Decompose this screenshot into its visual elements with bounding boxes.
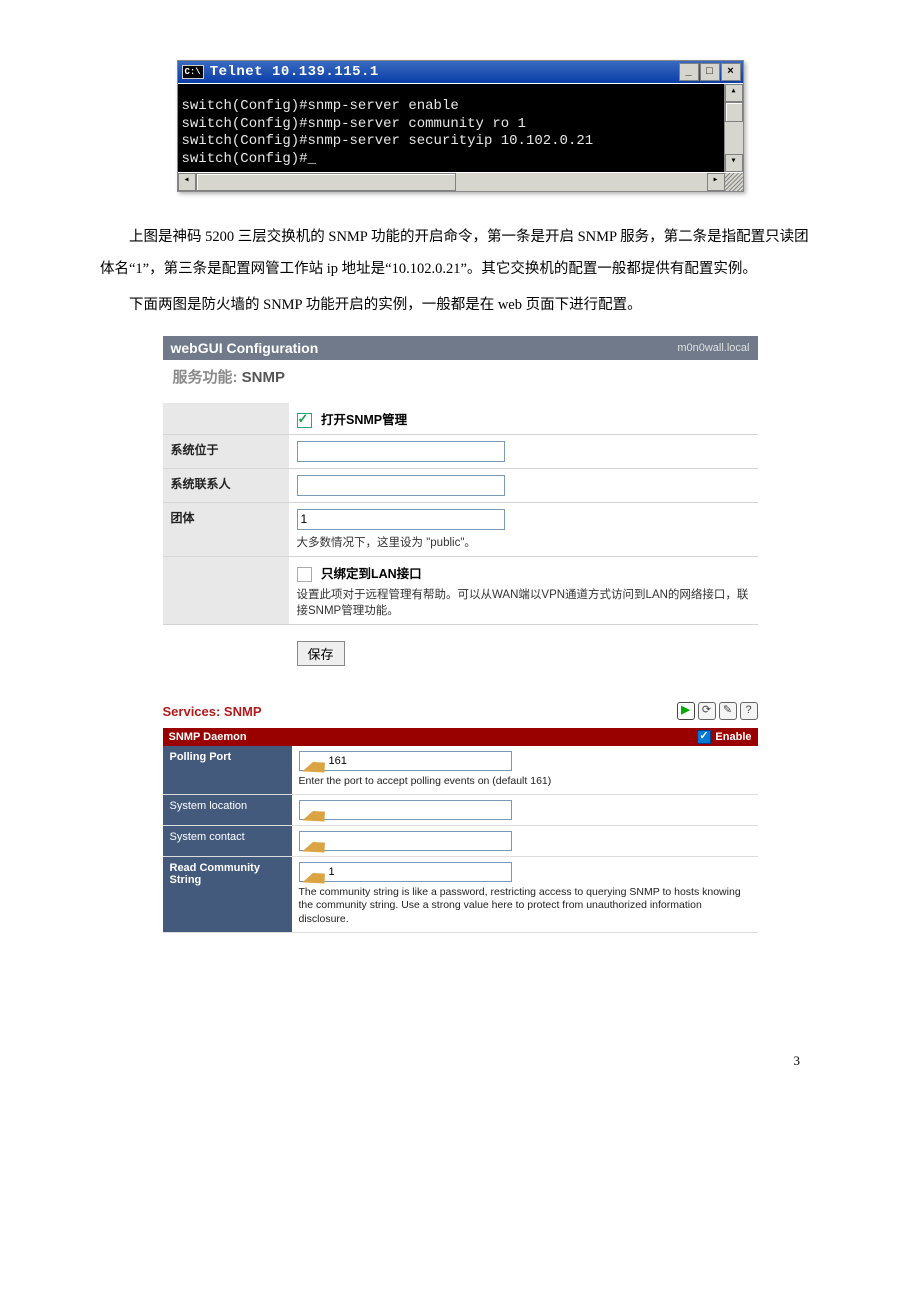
enable-snmp-checkbox[interactable] bbox=[297, 413, 312, 428]
system-location-input[interactable] bbox=[299, 800, 512, 820]
system-contact-input[interactable] bbox=[299, 831, 512, 851]
scroll-thumb[interactable] bbox=[725, 102, 743, 122]
telnet-titlebar: C:\ Telnet 10.139.115.1 _ □ × bbox=[178, 61, 743, 83]
horizontal-scrollbar[interactable]: ◂ ▸ bbox=[178, 172, 743, 191]
vertical-scrollbar[interactable]: ▴ ▾ bbox=[724, 84, 743, 172]
webgui-settings-table: 打开SNMP管理 系统位于 系统联系人 团体 大多数情况下，这里设为 "publ… bbox=[163, 403, 758, 672]
toolbar-icons: ▶ ⟳ ✎ ? bbox=[677, 702, 758, 720]
community-hint: 大多数情况下，这里设为 "public"。 bbox=[297, 534, 750, 550]
pencil-icon bbox=[302, 829, 325, 852]
services-snmp-title: Services: SNMP bbox=[163, 704, 677, 719]
save-button[interactable]: 保存 bbox=[297, 641, 345, 666]
log-icon[interactable]: ✎ bbox=[719, 702, 737, 720]
polling-port-hint: Enter the port to accept polling events … bbox=[299, 775, 751, 789]
minimize-button[interactable]: _ bbox=[679, 63, 699, 81]
bind-lan-label: 只绑定到LAN接口 bbox=[321, 567, 422, 581]
community-label: 团体 bbox=[163, 502, 289, 556]
telnet-window: C:\ Telnet 10.139.115.1 _ □ × switch(Con… bbox=[177, 60, 744, 192]
enable-daemon-label: Enable bbox=[715, 731, 751, 743]
help-icon[interactable]: ? bbox=[740, 702, 758, 720]
syscontact-label: 系统联系人 bbox=[163, 468, 289, 502]
pencil-icon bbox=[302, 860, 325, 883]
scroll-left-icon[interactable]: ◂ bbox=[178, 173, 196, 191]
polling-port-label: Polling Port bbox=[163, 746, 292, 794]
enable-snmp-label: 打开SNMP管理 bbox=[321, 413, 407, 427]
play-icon[interactable]: ▶ bbox=[677, 702, 695, 720]
scroll-right-icon[interactable]: ▸ bbox=[707, 173, 725, 191]
telnet-title-text: Telnet 10.139.115.1 bbox=[210, 64, 679, 80]
bind-lan-checkbox[interactable] bbox=[297, 567, 312, 582]
webgui-subtitle: 服务功能: SNMP bbox=[163, 360, 758, 403]
reload-icon[interactable]: ⟳ bbox=[698, 702, 716, 720]
webgui-title: webGUI Configuration bbox=[171, 340, 678, 356]
syslocation-input[interactable] bbox=[297, 441, 505, 462]
read-community-hint: The community string is like a password,… bbox=[299, 886, 751, 927]
pencil-icon bbox=[302, 798, 325, 821]
bind-lan-hint: 设置此项对于远程管理有帮助。可以从WAN端以VPN通道方式访问到LAN的网络接口… bbox=[297, 586, 750, 618]
polling-port-input[interactable]: 161 bbox=[299, 751, 512, 771]
webgui-host: m0n0wall.local bbox=[677, 342, 749, 354]
system-location-label: System location bbox=[163, 794, 292, 825]
read-community-label: Read Community String bbox=[163, 856, 292, 932]
page-number: 3 bbox=[100, 1053, 820, 1069]
webgui-panel: webGUI Configuration m0n0wall.local 服务功能… bbox=[163, 336, 758, 672]
scroll-up-icon[interactable]: ▴ bbox=[725, 84, 743, 102]
read-community-input[interactable]: 1 bbox=[299, 862, 512, 882]
telnet-output: switch(Config)#snmp-server enable switch… bbox=[178, 84, 724, 172]
scroll-thumb[interactable] bbox=[196, 173, 456, 191]
paragraph-1: 上图是神码 5200 三层交换机的 SNMP 功能的开启命令，第一条是开启 SN… bbox=[100, 222, 820, 286]
snmp-daemon-title: SNMP Daemon bbox=[169, 731, 247, 743]
community-input[interactable] bbox=[297, 509, 505, 530]
scroll-down-icon[interactable]: ▾ bbox=[725, 154, 743, 172]
services-snmp-panel: Services: SNMP ▶ ⟳ ✎ ? SNMP Daemon Enabl… bbox=[163, 702, 758, 933]
paragraph-2: 下面两图是防火墙的 SNMP 功能开启的实例，一般都是在 web 页面下进行配置… bbox=[100, 290, 820, 322]
enable-daemon-checkbox[interactable] bbox=[697, 730, 711, 744]
webgui-header: webGUI Configuration m0n0wall.local bbox=[163, 336, 758, 360]
pencil-icon bbox=[302, 750, 325, 773]
resize-grip[interactable] bbox=[725, 173, 743, 191]
maximize-button[interactable]: □ bbox=[700, 63, 720, 81]
cmd-icon: C:\ bbox=[182, 65, 204, 79]
snmp-settings-table: Polling Port 161 Enter the port to accep… bbox=[163, 746, 758, 933]
syslocation-label: 系统位于 bbox=[163, 434, 289, 468]
close-button[interactable]: × bbox=[721, 63, 741, 81]
snmp-daemon-header: SNMP Daemon Enable bbox=[163, 728, 758, 746]
syscontact-input[interactable] bbox=[297, 475, 505, 496]
system-contact-label: System contact bbox=[163, 825, 292, 856]
